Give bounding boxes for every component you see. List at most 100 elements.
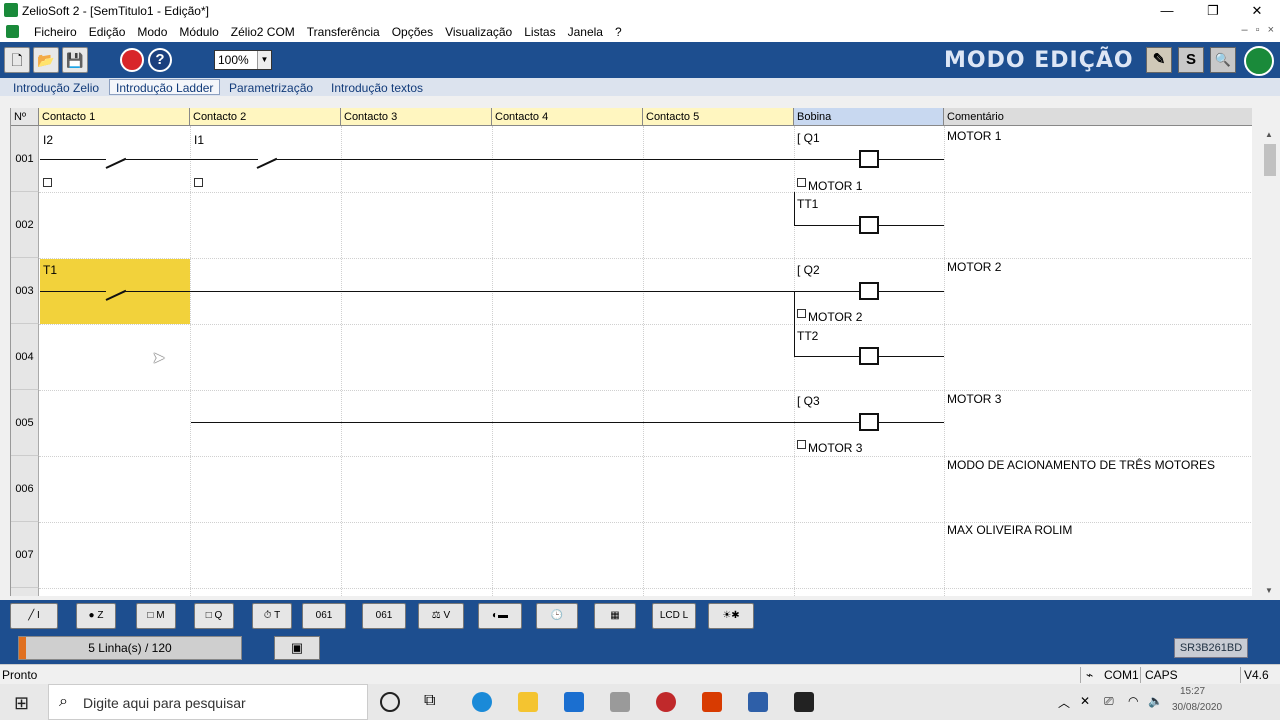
scroll-up-icon[interactable]: ▲ (1265, 130, 1273, 139)
open-folder-icon[interactable]: 📂 (33, 47, 59, 73)
mdi-close-button[interactable]: × (1268, 24, 1274, 36)
clock-date[interactable]: 30/08/2020 (1172, 702, 1222, 713)
com-port: COM1 (1104, 668, 1139, 682)
taskbar: ⊞ ⌕ Digite aqui para pesquisar ⧉ ︿ ✕ ⎚ ◠… (0, 684, 1280, 720)
title-bar: ZelioSoft 2 - [SemTitulo1 - Edição*] — ❐… (0, 0, 1280, 22)
coil-symbol[interactable] (859, 216, 879, 234)
shift-register-icon[interactable]: ▦ (594, 603, 636, 629)
document-icon[interactable] (6, 25, 19, 38)
menu-visualizacao[interactable]: Visualização (439, 24, 518, 40)
row-comment[interactable]: MODO DE ACIONAMENTO DE TRÊS MOTORES (947, 458, 1215, 472)
menu-janela[interactable]: Janela (562, 24, 609, 40)
usb-icon[interactable]: ⎚ (1104, 694, 1114, 709)
summer-winter-icon[interactable]: ☀✱ (708, 603, 754, 629)
mdi-restore-button[interactable]: ▫ (1256, 24, 1260, 36)
help-icon[interactable]: ? (148, 48, 172, 72)
close-button[interactable]: ✕ (1234, 0, 1280, 22)
app-icon (4, 3, 18, 17)
menu-edicao[interactable]: Edição (83, 24, 132, 40)
zoom-select[interactable]: 100% ▼ (214, 50, 272, 70)
cortana-icon[interactable] (380, 692, 400, 712)
monitor-icon[interactable]: 🔍 (1210, 47, 1236, 73)
menu-modo[interactable]: Modo (131, 24, 173, 40)
menu-listas[interactable]: Listas (518, 24, 561, 40)
clock-icon[interactable]: 🕒 (536, 603, 578, 629)
divider (1240, 667, 1241, 683)
simulation-mode-button[interactable]: S (1178, 47, 1204, 73)
scroll-down-icon[interactable]: ▼ (1265, 586, 1273, 595)
menu-opcoes[interactable]: Opções (386, 24, 439, 40)
counter-icon[interactable]: 061 (302, 603, 346, 629)
contact-label: I1 (194, 133, 205, 147)
store-icon[interactable] (610, 692, 630, 712)
volume-icon[interactable]: 🔈 (1148, 694, 1163, 708)
mail-icon[interactable] (564, 692, 584, 712)
wifi-icon[interactable]: ◠ (1128, 694, 1138, 708)
timer-icon[interactable]: ⏱ T (252, 603, 292, 629)
row-header[interactable]: 004 (11, 324, 39, 390)
taskbar-search[interactable]: ⌕ Digite aqui para pesquisar (48, 684, 368, 720)
row-comment[interactable]: MOTOR 2 (947, 260, 1001, 274)
tab-introducao-zelio[interactable]: Introdução Zelio (6, 79, 106, 95)
new-file-icon[interactable]: 🗋 (4, 47, 30, 73)
mdi-minimize-button[interactable]: – (1242, 24, 1248, 36)
coil-type-icon (797, 178, 806, 187)
windows-start-icon[interactable]: ⊞ (14, 693, 29, 714)
app-icon-red[interactable] (656, 692, 676, 712)
minimize-button[interactable]: — (1144, 0, 1190, 22)
row-header[interactable]: 003 (11, 258, 39, 324)
save-icon[interactable]: 💾 (62, 47, 88, 73)
scroll-thumb[interactable] (1264, 144, 1276, 176)
row-header[interactable]: 005 (11, 390, 39, 456)
clock-time[interactable]: 15:27 (1180, 686, 1205, 697)
simulation-eye-icon[interactable] (120, 48, 144, 72)
output-coil-icon[interactable]: □ Q (194, 603, 234, 629)
row-comment[interactable]: MOTOR 3 (947, 392, 1001, 406)
input-contact-icon[interactable]: ╱ I (10, 603, 58, 629)
menu-transferencia[interactable]: Transferência (301, 24, 386, 40)
chevron-down-icon[interactable]: ▼ (257, 51, 271, 69)
wire (40, 291, 106, 292)
zx-key-icon[interactable]: ● Z (76, 603, 116, 629)
tab-parametrizacao[interactable]: Parametrização (222, 79, 320, 95)
row-comment[interactable]: MAX OLIVEIRA ROLIM (947, 523, 1072, 537)
lcd-backlight-icon[interactable]: LCD L (652, 603, 696, 629)
info-bar: 5 Linha(s) / 120 ▣ SR3B261BD (0, 632, 1280, 664)
edge-icon[interactable] (472, 692, 492, 712)
task-view-icon[interactable]: ⧉ (424, 692, 435, 710)
coil-symbol[interactable] (859, 150, 879, 168)
memory-bit-icon[interactable]: □ M (136, 603, 176, 629)
row-header[interactable]: 007 (11, 522, 39, 588)
chevron-up-icon[interactable]: ︿ (1058, 694, 1070, 711)
tab-introducao-textos[interactable]: Introdução textos (324, 79, 430, 95)
app-icon-blue[interactable] (748, 692, 768, 712)
menu-modulo[interactable]: Módulo (173, 24, 224, 40)
coil-symbol[interactable] (859, 282, 879, 300)
menu-ficheiro[interactable]: Ficheiro (28, 24, 83, 40)
analog-compare-icon[interactable]: ⚖ V (418, 603, 464, 629)
row-header[interactable]: 002 (11, 192, 39, 258)
module-icon[interactable]: ▣ (274, 636, 320, 660)
coil-label: [ Q2 (797, 263, 820, 277)
row-header[interactable]: 001 (11, 126, 39, 192)
fast-counter-icon[interactable]: 061 (362, 603, 406, 629)
zeliosoft-taskbar-icon[interactable] (794, 692, 814, 712)
network-icon[interactable]: ✕ (1080, 694, 1090, 708)
text-block-icon[interactable]: ◐▬ (478, 603, 522, 629)
coil-symbol[interactable] (859, 413, 879, 431)
coil-label: [ Q3 (797, 394, 820, 408)
restore-button[interactable]: ❐ (1190, 0, 1236, 22)
row-header[interactable] (11, 588, 39, 596)
coil-symbol[interactable] (859, 347, 879, 365)
row-header[interactable]: 006 (11, 456, 39, 522)
menu-zelio2-com[interactable]: Zélio2 COM (225, 24, 301, 40)
edit-mode-icon[interactable]: ✎ (1146, 47, 1172, 73)
vertical-scrollbar[interactable]: ▲ ▼ (1262, 128, 1278, 598)
search-placeholder: Digite aqui para pesquisar (83, 695, 246, 711)
row-comment[interactable]: MOTOR 1 (947, 129, 1001, 143)
ladder-grid[interactable]: Nº Contacto 1 Contacto 2 Contacto 3 Cont… (10, 108, 1252, 596)
office-icon[interactable] (702, 692, 722, 712)
tab-introducao-ladder[interactable]: Introdução Ladder (109, 79, 221, 95)
file-explorer-icon[interactable] (518, 692, 538, 712)
menu-help[interactable]: ? (609, 24, 628, 40)
